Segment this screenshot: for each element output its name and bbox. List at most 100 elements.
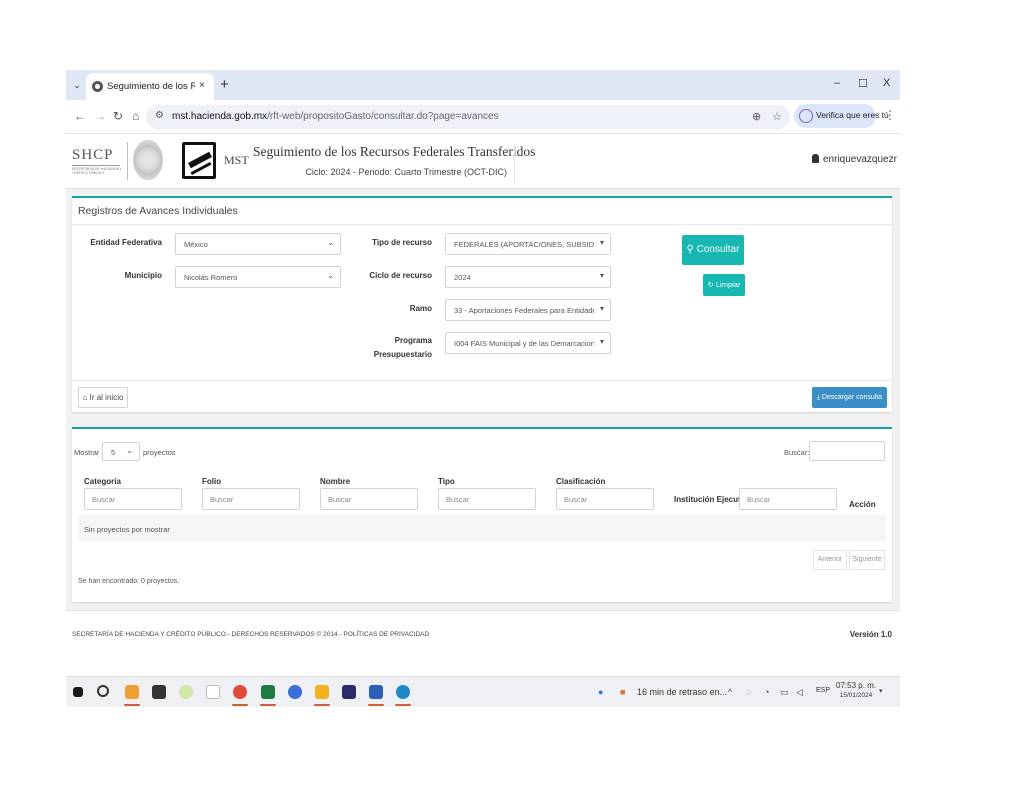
caret-down-icon: ▾: [599, 337, 604, 346]
start-icon[interactable]: [73, 687, 83, 697]
programa-select[interactable]: I004 FAIS Municipal y de las Demarcacion…: [445, 332, 611, 354]
page-size-select[interactable]: 5 ⌄: [102, 442, 140, 461]
home-icon: ⌂: [82, 393, 90, 402]
browser-menu-icon[interactable]: ⋮: [884, 108, 896, 122]
column-header-categoria[interactable]: Categoría: [84, 477, 121, 486]
global-search-input[interactable]: [809, 441, 885, 462]
nombre-filter[interactable]: [320, 488, 418, 510]
help-icon[interactable]: ●: [598, 687, 603, 697]
panel-heading: Registros de Avances Individuales: [78, 205, 238, 217]
chevron-down-icon: ⌄: [126, 446, 133, 455]
home-icon[interactable]: ⌂: [132, 109, 139, 123]
address-bar[interactable]: ⚙ mst.hacienda.gob.mx/rft-web/propositoG…: [146, 105, 790, 129]
tipo-filter-input[interactable]: [439, 489, 535, 510]
column-header-folio[interactable]: Folio: [202, 477, 221, 486]
bookmark-star-icon[interactable]: ☆: [772, 110, 782, 123]
app-icon[interactable]: [288, 685, 302, 699]
siguiente-button[interactable]: Siguiente: [849, 550, 885, 570]
browser-tab-bar: ⌄ Seguimiento de los Recursos F × + – ☐ …: [66, 70, 900, 100]
app-icon[interactable]: [152, 685, 166, 699]
app-icon[interactable]: [206, 685, 220, 699]
folio-filter-input[interactable]: [203, 489, 299, 510]
ciclo-recurso-select[interactable]: 2024 ▾: [445, 266, 611, 288]
categoria-filter-input[interactable]: [85, 489, 181, 510]
verify-label: Verifica que eres tú: [816, 110, 889, 120]
new-tab-button[interactable]: +: [220, 76, 229, 93]
categoria-filter[interactable]: [84, 488, 182, 510]
url-path: /rft-web/propositoGasto/consultar.do?pag…: [267, 111, 499, 122]
edge-icon[interactable]: [396, 685, 410, 699]
clock[interactable]: 07:53 p. m. 15/01/2024: [836, 681, 876, 701]
back-arrow-icon[interactable]: ←: [74, 109, 86, 123]
column-header-tipo[interactable]: Tipo: [438, 477, 455, 486]
caret-down-icon: ▾: [599, 271, 604, 280]
clasificacion-filter-input[interactable]: [557, 489, 653, 510]
proyectos-label: proyectos: [143, 448, 176, 457]
reload-icon[interactable]: ↻: [113, 109, 123, 123]
minimize-button[interactable]: –: [834, 77, 840, 89]
app-icon[interactable]: [315, 685, 329, 699]
word-icon[interactable]: [369, 685, 383, 699]
battery-icon[interactable]: ▭: [780, 687, 789, 698]
municipio-select[interactable]: Nicolás Romero ⌄: [175, 266, 341, 288]
column-header-nombre[interactable]: Nombre: [320, 477, 350, 486]
institucion-filter[interactable]: [739, 488, 837, 510]
browser-tab-active[interactable]: Seguimiento de los Recursos F ×: [86, 73, 214, 100]
entidad-select[interactable]: México ⌄: [175, 233, 341, 255]
limpiar-button[interactable]: ↻ Limpiar: [703, 274, 745, 296]
entidad-value: México: [184, 240, 208, 249]
tab-list-button[interactable]: ⌄: [70, 78, 84, 92]
close-window-button[interactable]: X: [883, 77, 890, 89]
app-icon[interactable]: [342, 685, 356, 699]
language-indicator[interactable]: ESP: [816, 687, 830, 694]
screen: ⌄ Seguimiento de los Recursos F × + – ☐ …: [66, 70, 900, 707]
excel-icon[interactable]: [261, 685, 275, 699]
ir-al-inicio-button[interactable]: ⌂ Ir al inicio: [78, 387, 128, 408]
folio-filter[interactable]: [202, 488, 300, 510]
chevron-up-icon[interactable]: ^: [728, 687, 732, 697]
caret-down-icon: ▾: [599, 304, 604, 313]
footer-copyright[interactable]: SECRETARÍA DE HACIENDA Y CRÉDITO PÚBLICO…: [72, 631, 429, 638]
global-search-field[interactable]: [810, 443, 884, 462]
shcp-logo: SHCP SECRETARÍA DE HACIENDA Y CRÉDITO PÚ…: [72, 147, 124, 175]
inicio-label: Ir al inicio: [89, 393, 124, 402]
app-icon[interactable]: [179, 685, 193, 699]
tipo-filter[interactable]: [438, 488, 536, 510]
ciclo-label: Ciclo de recurso: [369, 271, 432, 280]
taskbar: ● ■ 16 min de retraso en... ^ ◌ ◔ ▭ ◁ ES…: [66, 676, 900, 707]
programa-label: Programa: [394, 336, 432, 345]
mst-text: MST: [224, 153, 249, 167]
volume-icon[interactable]: ◁: [796, 687, 803, 698]
tipo-recurso-select[interactable]: FEDERALES (APORTACIONES, SUBSIDIOS Y CO.…: [445, 233, 611, 255]
descargar-consulta-button[interactable]: ⤓ Descargar consulta: [812, 387, 887, 408]
ramo-label: Ramo: [409, 304, 432, 313]
forward-arrow-icon[interactable]: →: [94, 109, 106, 123]
anterior-button[interactable]: Anterior: [813, 550, 847, 570]
ramo-select[interactable]: 33 - Aportaciones Federales para Entidad…: [445, 299, 611, 321]
wifi-icon[interactable]: ◔: [764, 687, 769, 697]
descargar-label: Descargar consulta: [821, 394, 883, 401]
site-info-icon[interactable]: ⚙: [155, 110, 164, 121]
network-icon[interactable]: ◌: [746, 687, 751, 697]
consultar-button[interactable]: ⚲ Consultar: [682, 235, 744, 265]
url-text[interactable]: mst.hacienda.gob.mx/rft-web/propositoGas…: [172, 111, 499, 122]
maximize-button[interactable]: ☐: [858, 77, 868, 90]
municipio-value: Nicolás Romero: [184, 273, 238, 282]
traffic-status[interactable]: 16 min de retraso en...: [637, 687, 727, 697]
nombre-filter-input[interactable]: [321, 489, 417, 510]
consultar-label: Consultar: [696, 244, 740, 255]
file-explorer-icon[interactable]: [125, 685, 139, 699]
institucion-filter-input[interactable]: [740, 489, 836, 510]
clasificacion-filter[interactable]: [556, 488, 654, 510]
running-indicator: [232, 704, 248, 706]
web-page: SHCP SECRETARÍA DE HACIENDA Y CRÉDITO PÚ…: [66, 134, 900, 661]
chrome-icon[interactable]: [233, 685, 247, 699]
user-menu[interactable]: enriquevazquezr: [812, 154, 897, 165]
notification-caret-icon[interactable]: ▾: [879, 687, 883, 695]
tab-close-icon[interactable]: ×: [199, 80, 205, 91]
verify-identity-button[interactable]: Verifica que eres tú: [794, 104, 889, 128]
traffic-car-icon[interactable]: ■: [620, 687, 625, 697]
column-header-clasificacion[interactable]: Clasificación: [556, 477, 605, 486]
zoom-icon[interactable]: ⊕: [752, 110, 761, 123]
search-icon[interactable]: [97, 685, 109, 697]
